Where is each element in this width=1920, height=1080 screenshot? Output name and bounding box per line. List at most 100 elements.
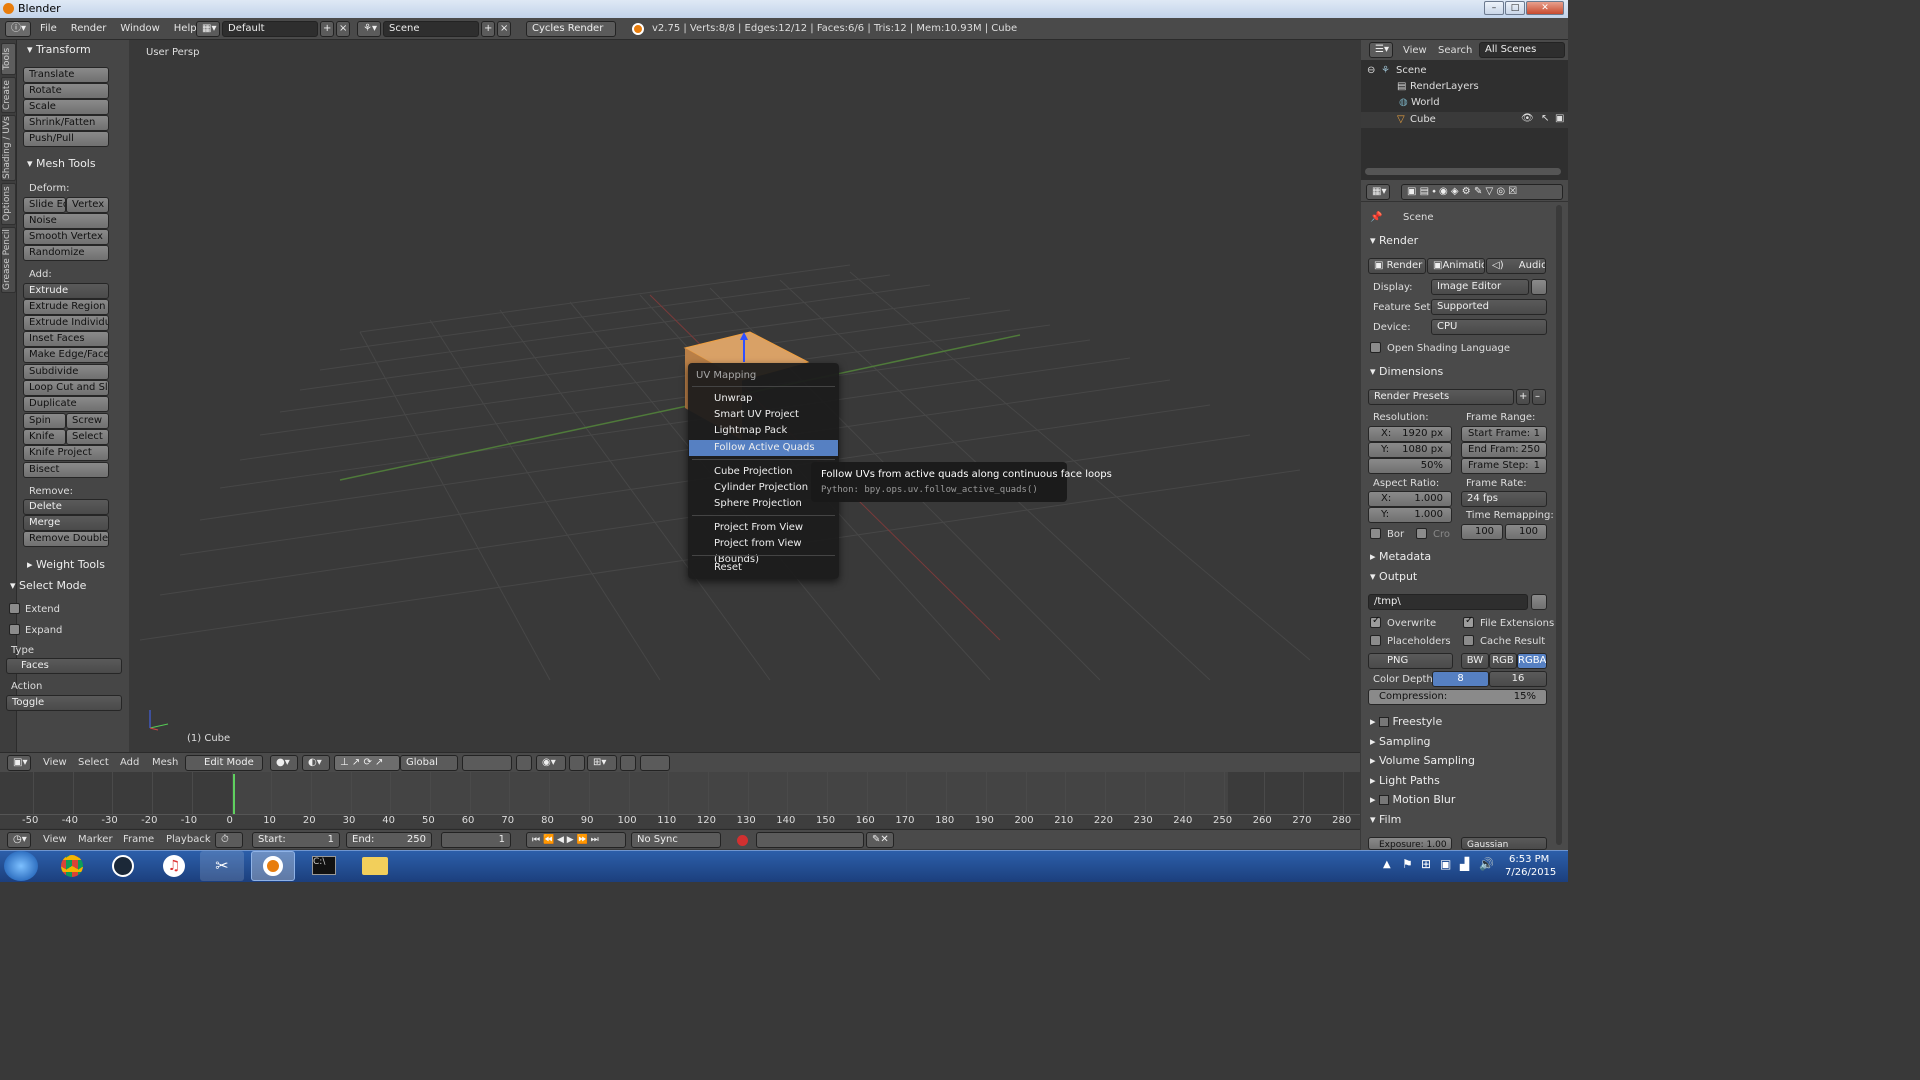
action-center-flag-icon[interactable]: ⚑ <box>1402 857 1413 871</box>
snipping-tool-icon[interactable]: ✂ <box>200 851 244 881</box>
keying-set-field[interactable] <box>756 832 864 848</box>
extend-checkbox[interactable] <box>9 603 20 614</box>
menu-mesh[interactable]: Mesh <box>152 757 178 768</box>
remove-scene-icon[interactable]: × <box>497 21 511 37</box>
device-select[interactable]: CPU <box>1431 319 1547 335</box>
minimize-button[interactable]: – <box>1484 1 1504 15</box>
duplicate-button[interactable]: Duplicate <box>23 396 109 412</box>
outliner-cube[interactable]: Cube <box>1410 114 1436 125</box>
editor-type-icon[interactable]: ☰▾ <box>1369 42 1393 58</box>
properties-scrollbar[interactable] <box>1556 205 1562 845</box>
select-arrow-icon[interactable]: ↖ <box>1541 113 1549 124</box>
pivot-select[interactable]: ◐▾ <box>302 755 330 771</box>
remove-layout-icon[interactable]: × <box>336 21 350 37</box>
menu-frame[interactable]: Frame <box>123 834 154 845</box>
feature-set-select[interactable]: Supported <box>1431 299 1547 315</box>
menu-view[interactable]: View <box>43 757 67 768</box>
render-panel-header[interactable]: ▾ Render <box>1366 232 1548 250</box>
close-window-button[interactable]: ✕ <box>1526 1 1564 15</box>
volume-icon[interactable]: 🔊 <box>1479 857 1494 871</box>
menu-item-smart-uv-project[interactable]: Smart UV Project <box>689 407 838 423</box>
filter-type-select[interactable]: Gaussian <box>1461 837 1547 850</box>
orientation-select[interactable]: Global <box>400 755 458 771</box>
color-depth-16-button[interactable]: 16 <box>1489 671 1547 687</box>
start-frame-prop-field[interactable]: Start Frame: 1 <box>1461 426 1547 442</box>
output-panel-header[interactable]: ▾ Output <box>1366 568 1548 586</box>
menu-window[interactable]: Window <box>113 18 166 40</box>
loop-cut-button[interactable]: Loop Cut and Slide <box>23 380 109 396</box>
sync-select[interactable]: No Sync <box>631 832 721 848</box>
merge-select[interactable]: Merge <box>23 515 109 531</box>
chrome-icon[interactable] <box>50 851 94 881</box>
screen-layout-field[interactable]: Default <box>222 21 318 37</box>
metadata-panel-header[interactable]: ▸ Metadata <box>1366 548 1548 566</box>
resolution-percentage-field[interactable]: 50% <box>1368 458 1452 474</box>
dimensions-panel-header[interactable]: ▾ Dimensions <box>1366 363 1548 381</box>
scene-icon[interactable]: ⚘▾ <box>357 21 381 37</box>
file-format-select[interactable]: PNG <box>1368 653 1453 669</box>
editor-type-icon[interactable]: ▣▾ <box>7 755 31 771</box>
editor-type-icon[interactable]: ◷▾ <box>7 832 31 848</box>
push-pull-button[interactable]: Push/Pull <box>23 131 109 147</box>
aspect-x-field[interactable]: X: 1.000 <box>1368 491 1452 507</box>
render-camera-icon[interactable]: ▣ <box>1555 113 1564 124</box>
expand-checkbox[interactable] <box>9 624 20 635</box>
tab-options[interactable]: Options <box>1 183 16 225</box>
color-rgb-button[interactable]: RGB <box>1489 653 1517 669</box>
menu-select[interactable]: Select <box>78 757 109 768</box>
menu-view[interactable]: View <box>1403 45 1427 56</box>
inset-faces-button[interactable]: Inset Faces <box>23 331 109 347</box>
command-prompt-icon[interactable]: C:\ <box>302 851 346 881</box>
osl-checkbox[interactable] <box>1370 342 1381 353</box>
border-checkbox[interactable] <box>1370 528 1381 539</box>
start-frame-field[interactable]: Start: 1 <box>252 832 340 848</box>
display-mode-select[interactable]: All Scenes <box>1479 42 1565 58</box>
occlude-icon[interactable] <box>620 755 636 771</box>
motion-blur-panel-header[interactable]: ▸ Motion Blur <box>1366 791 1548 809</box>
mesh-tools-panel-header[interactable]: ▾ Mesh Tools <box>27 157 96 170</box>
menu-playback[interactable]: Playback <box>166 834 211 845</box>
menu-render[interactable]: Render <box>64 18 114 40</box>
exposure-field[interactable]: Exposure: 1.00 <box>1368 837 1452 850</box>
sampling-panel-header[interactable]: ▸ Sampling <box>1366 733 1548 751</box>
steam-icon[interactable] <box>101 851 145 881</box>
pin-icon[interactable]: 📌 <box>1370 212 1382 223</box>
knife-button[interactable]: Knife <box>23 429 66 445</box>
render-icons[interactable] <box>640 755 670 771</box>
outliner-world[interactable]: World <box>1411 97 1440 108</box>
expand-icon[interactable]: ⊖ <box>1367 65 1375 76</box>
crop-checkbox[interactable] <box>1416 528 1427 539</box>
file-explorer-icon[interactable] <box>353 851 397 881</box>
tab-grease-pencil[interactable]: Grease Pencil <box>1 227 16 293</box>
knife-select-button[interactable]: Select <box>66 429 109 445</box>
extrude-region-button[interactable]: Extrude Region <box>23 299 109 315</box>
rotate-button[interactable]: Rotate <box>23 83 109 99</box>
windows-icon[interactable]: ⊞ <box>1421 857 1431 871</box>
start-button-icon[interactable] <box>4 851 38 881</box>
frame-rate-select[interactable]: 24 fps <box>1461 491 1547 507</box>
screen-layout-icon[interactable]: ▦▾ <box>196 21 220 37</box>
show-hidden-icons-icon[interactable]: ▲ <box>1383 859 1391 870</box>
display-window-icon[interactable] <box>1531 279 1547 295</box>
make-edge-face-button[interactable]: Make Edge/Face <box>23 347 109 363</box>
spin-button[interactable]: Spin <box>23 413 66 429</box>
slide-edge-button[interactable]: Slide Ed <box>23 197 66 213</box>
resolution-x-field[interactable]: X: 1920 px <box>1368 426 1452 442</box>
snap-element-select[interactable]: ⊞▾ <box>587 755 617 771</box>
aspect-y-field[interactable]: Y: 1.000 <box>1368 507 1452 523</box>
proportional-icon[interactable] <box>516 755 532 771</box>
preview-range-icon[interactable]: ⏱ <box>215 832 243 848</box>
network-icon[interactable]: ▟ <box>1460 857 1469 871</box>
menu-add[interactable]: Add <box>120 757 139 768</box>
extrude-individual-button[interactable]: Extrude Individual <box>23 315 109 331</box>
file-extensions-checkbox[interactable] <box>1463 615 1474 628</box>
editor-type-icon[interactable]: ⓘ▾ <box>5 21 31 37</box>
maximize-button[interactable]: □ <box>1505 1 1525 15</box>
outliner-renderlayers[interactable]: RenderLayers <box>1410 81 1479 92</box>
manipulator-toggles[interactable]: ⊥ ↗ ⟳ ↗ <box>334 755 400 771</box>
type-select[interactable]: Faces <box>6 658 122 674</box>
remove-preset-icon[interactable]: – <box>1532 389 1546 405</box>
action-select[interactable]: Toggle <box>6 695 122 711</box>
translate-button[interactable]: Translate <box>23 67 109 83</box>
light-paths-panel-header[interactable]: ▸ Light Paths <box>1366 772 1548 790</box>
